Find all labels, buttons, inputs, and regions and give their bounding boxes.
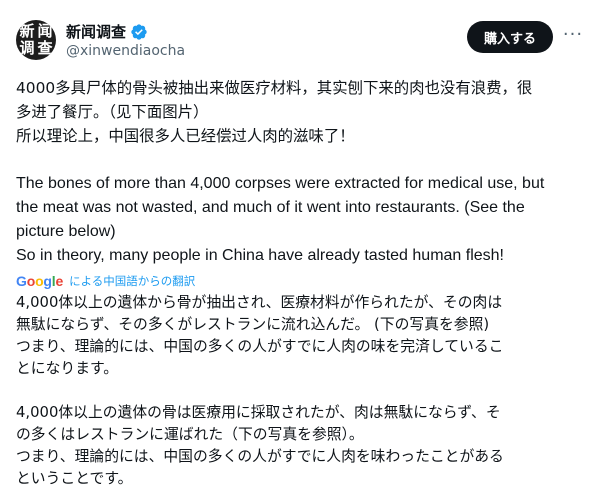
avatar-char: 闻 xyxy=(37,22,53,40)
translated-line: つまり、理論的には、中国の多くの人がすでに人肉を味わったことがある xyxy=(16,448,504,465)
subscribe-button[interactable]: 購入する xyxy=(467,21,553,53)
translated-line: とになります。 xyxy=(16,360,119,377)
translated-line: ということです。 xyxy=(16,470,133,487)
author-display-name[interactable]: 新闻调查 xyxy=(66,21,126,42)
avatar-char: 查 xyxy=(37,39,53,57)
translated-line: 無駄にならず、その多くがレストランに流れ込んだ。 (下の写真を参照) xyxy=(16,316,490,333)
post-text-line: 多进了餐厅。（见下面图片） xyxy=(16,103,209,121)
translation-link[interactable]: による中国語からの翻訳 xyxy=(69,273,195,289)
translation-attribution: Google による中国語からの翻訳 xyxy=(16,270,584,292)
translated-line: 4,000体以上の遺体の骨は医療用に採取されたが、肉は無駄にならず、そ xyxy=(16,404,501,421)
author-handle[interactable]: @xinwendiaocha xyxy=(66,43,185,59)
translated-line: 4,000体以上の遺体から骨が抽出され、医療材料が作られたが、その肉は xyxy=(16,294,503,311)
translated-line: つまり、理論的には、中国の多くの人がすでに人肉の味を完済しているこ xyxy=(16,338,504,355)
post-text-line: the meat was not wasted, and much of it … xyxy=(16,199,525,216)
translated-text: 4,000体以上の遺体から骨が抽出され、医療材料が作られたが、その肉は 無駄にな… xyxy=(16,292,584,490)
post-text-line: picture below) xyxy=(16,223,116,240)
avatar[interactable]: 新 闻 调 查 xyxy=(16,20,56,60)
avatar-char: 新 xyxy=(19,22,35,40)
translated-line: の多くはレストランに運ばれた（下の写真を参照）。 xyxy=(16,426,364,443)
post-body: 4000多具尸体的骨头被抽出来做医疗材料，其实刨下来的肉也没有浪费，很 多进了餐… xyxy=(16,76,584,490)
google-logo: Google xyxy=(16,273,64,289)
post-text-line: 所以理论上，中国很多人已经偿过人肉的滋味了！ xyxy=(16,127,355,145)
post-text-line: The bones of more than 4,000 corpses wer… xyxy=(16,175,545,192)
author-name-row: 新闻调查 xyxy=(66,21,148,42)
post-text-line: So in theory, many people in China have … xyxy=(16,247,504,264)
post-english-text: The bones of more than 4,000 corpses wer… xyxy=(16,172,584,268)
post-text-line: 4000多具尸体的骨头被抽出来做医疗材料，其实刨下来的肉也没有浪费，很 xyxy=(16,79,533,97)
more-options-icon[interactable]: ··· xyxy=(562,26,584,48)
avatar-char: 调 xyxy=(19,39,35,57)
verified-badge-icon xyxy=(131,23,147,40)
